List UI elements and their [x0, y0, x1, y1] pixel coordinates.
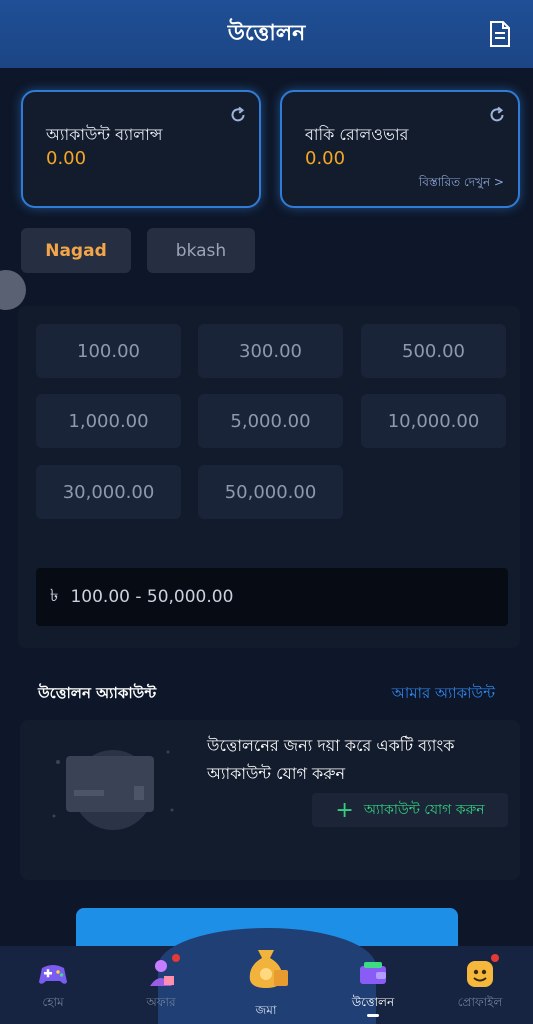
amount-input[interactable]: ৳ 100.00 - 50,000.00 — [36, 568, 508, 626]
nav-offer[interactable]: অফার — [121, 954, 201, 1016]
amount-option[interactable]: 30,000.00 — [36, 465, 181, 519]
nav-profile[interactable]: প্রোফাইল — [440, 954, 520, 1016]
notification-dot — [172, 954, 180, 962]
amount-option[interactable]: 10,000.00 — [361, 394, 506, 448]
add-account-message: উত্তোলনের জন্য দয়া করে একটি ব্যাংক অ্যা… — [207, 736, 455, 783]
account-balance-card: অ্যাকাউন্ট ব্যালান্স 0.00 — [21, 90, 261, 208]
refresh-icon[interactable] — [488, 106, 506, 124]
remaining-rollover-amount: 0.00 — [305, 148, 346, 169]
refresh-icon[interactable] — [229, 106, 247, 124]
money-bag-icon — [240, 940, 292, 992]
nav-profile-label: প্রোফাইল — [457, 995, 503, 1009]
nav-withdraw-label: উত্তোলন — [351, 995, 395, 1009]
amount-option[interactable]: 500.00 — [361, 324, 506, 378]
gamepad-icon — [36, 956, 70, 990]
smiley-face-icon — [463, 954, 499, 990]
remaining-rollover-label: বাকি রোলওভার — [305, 125, 409, 144]
my-account-link[interactable]: আমার অ্যাকাউন্ট — [392, 682, 495, 707]
taka-icon: ৳ — [50, 586, 59, 606]
amount-option[interactable]: 100.00 — [36, 324, 181, 378]
account-balance-amount: 0.00 — [46, 148, 87, 169]
amount-panel: 100.00 300.00 500.00 1,000.00 5,000.00 1… — [18, 306, 520, 648]
nav-offer-label: অফার — [146, 995, 176, 1009]
method-tab-bkash[interactable]: bkash — [147, 228, 255, 273]
add-account-button[interactable]: + অ্যাকাউন্ট যোগ করুন — [312, 793, 508, 827]
active-tab-indicator — [367, 1014, 379, 1017]
floating-side-handle[interactable] — [0, 270, 26, 310]
method-tab-nagad[interactable]: Nagad — [21, 228, 131, 273]
amount-option[interactable]: 1,000.00 — [36, 394, 181, 448]
page-title: উত্তোলন — [227, 20, 306, 46]
bank-card-illustration — [48, 742, 178, 832]
withdraw-account-title: উত্তোলন অ্যাকাউন্ট — [38, 684, 157, 702]
nav-withdraw[interactable]: উত্তোলন — [333, 956, 413, 1016]
notification-dot — [491, 954, 499, 962]
document-icon[interactable] — [487, 20, 513, 48]
nav-deposit[interactable] — [226, 940, 306, 1000]
gift-person-icon — [144, 954, 180, 990]
amount-option[interactable]: 50,000.00 — [198, 465, 343, 519]
amount-option[interactable]: 5,000.00 — [198, 394, 343, 448]
wallet-icon — [356, 956, 390, 990]
amount-option[interactable]: 300.00 — [198, 324, 343, 378]
amount-range-text: 100.00 - 50,000.00 — [70, 587, 234, 607]
nav-home[interactable]: হোম — [13, 956, 93, 1016]
remaining-rollover-card: বাকি রোলওভার 0.00 বিস্তারিত দেখুন > — [280, 90, 520, 208]
withdraw-account-panel: উত্তোলনের জন্য দয়া করে একটি ব্যাংক অ্যা… — [20, 720, 520, 880]
nav-home-label: হোম — [42, 995, 64, 1009]
view-details-link[interactable]: বিস্তারিত দেখুন > — [419, 174, 504, 194]
add-account-label: অ্যাকাউন্ট যোগ করুন — [363, 802, 485, 818]
nav-deposit-label: জমা — [255, 1003, 277, 1017]
page-header: উত্তোলন — [0, 0, 533, 68]
plus-icon: + — [335, 797, 354, 823]
account-balance-label: অ্যাকাউন্ট ব্যালান্স — [46, 125, 163, 144]
